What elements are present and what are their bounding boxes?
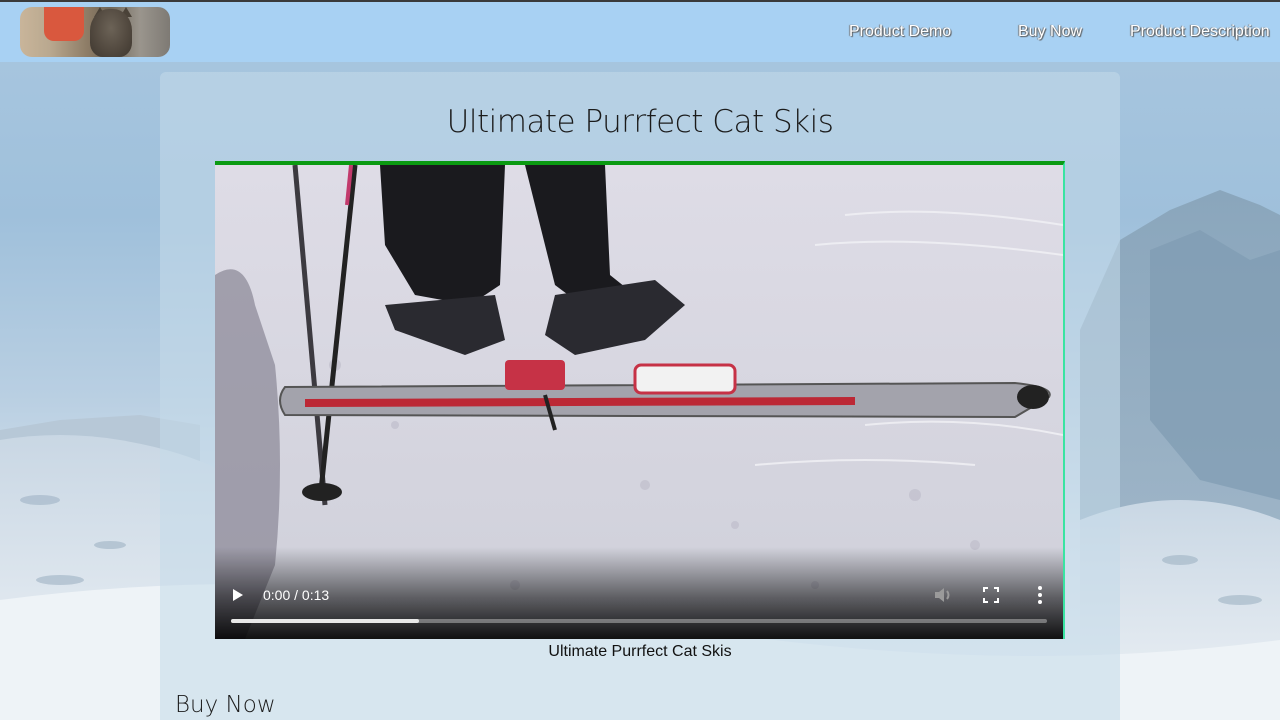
- fullscreen-icon[interactable]: [983, 587, 999, 603]
- nav-product-description[interactable]: Product Description: [1130, 23, 1270, 41]
- video-progress-bar[interactable]: [231, 619, 1047, 623]
- more-options-icon[interactable]: [1035, 585, 1045, 605]
- cat-logo[interactable]: [20, 7, 170, 57]
- play-icon[interactable]: [233, 589, 243, 601]
- video-controls: 0:00 / 0:13: [215, 547, 1063, 639]
- volume-icon[interactable]: [933, 586, 953, 604]
- video-time-display: 0:00 / 0:13: [263, 587, 330, 603]
- top-navigation-bar: Product Demo Buy Now Product Description: [0, 0, 1280, 62]
- video-buffered-bar: [231, 619, 419, 623]
- buy-now-heading: Buy Now: [175, 692, 276, 718]
- product-video-player[interactable]: 0:00 / 0:13: [215, 161, 1065, 639]
- nav-product-demo[interactable]: Product Demo: [849, 23, 951, 41]
- page-title: Ultimate Purrfect Cat Skis: [446, 104, 834, 140]
- nav-buy-now[interactable]: Buy Now: [1018, 23, 1082, 41]
- video-caption: Ultimate Purrfect Cat Skis: [548, 643, 732, 660]
